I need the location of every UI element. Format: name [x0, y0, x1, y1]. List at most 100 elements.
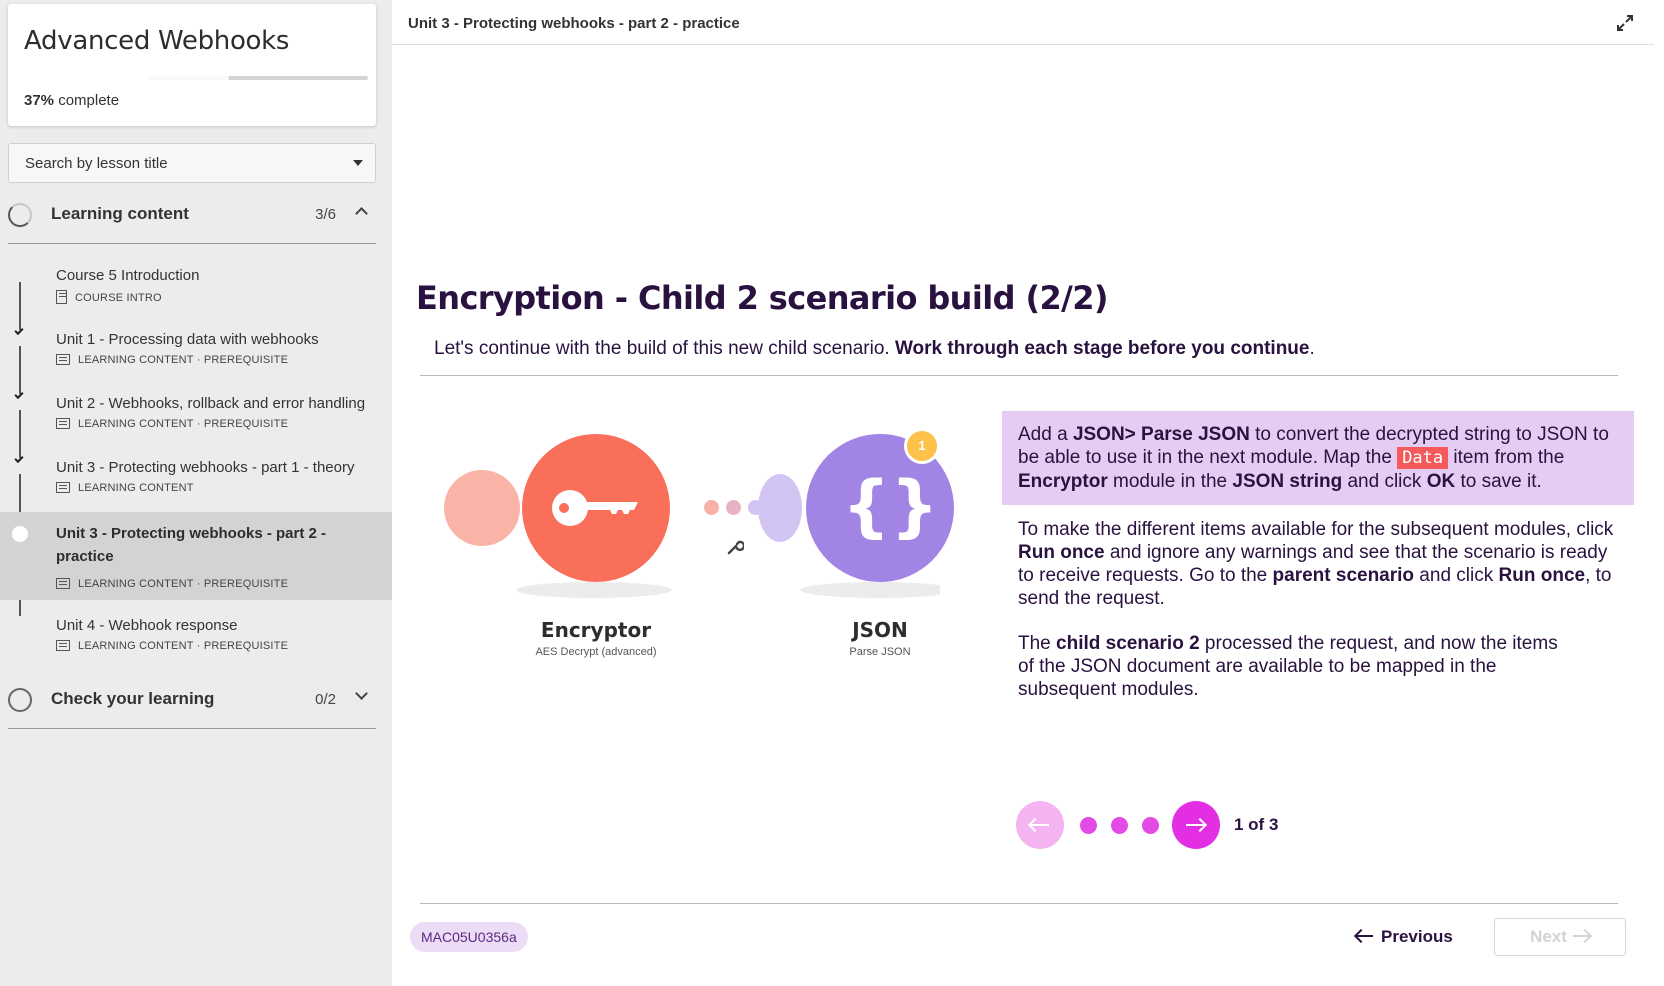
callout-text: Add a JSON> Parse JSON to convert the de… [1018, 423, 1618, 493]
carousel-prev-button[interactable] [1016, 801, 1064, 849]
course-progress-bar [148, 76, 368, 80]
progress-percent: 37% [24, 92, 55, 109]
lesson-search-select[interactable]: Search by lesson title [8, 143, 376, 183]
arrow-right-icon [1572, 935, 1590, 937]
connector-dot [726, 500, 741, 515]
lesson-title: Course 5 Introduction [56, 267, 200, 284]
carousel-dot[interactable] [1142, 817, 1159, 834]
section-count: 3/6 [315, 206, 336, 223]
lesson-item-unit-3-part-1[interactable]: Unit 3 - Protecting webhooks - part 1 - … [0, 446, 392, 510]
lesson-title: Unit 3 - Protecting webhooks - part 2 - … [56, 525, 327, 565]
emphasis: JSON> Parse JSON [1072, 424, 1250, 445]
emphasis: Run once [1498, 565, 1586, 586]
lesson-meta-text: COURSE INTRO [75, 292, 162, 304]
text: To make the different items available fo… [1018, 519, 1614, 540]
previous-button[interactable]: Previous [1356, 922, 1453, 952]
arrow-left-icon [1356, 935, 1373, 937]
lesson-item-unit-3-part-2[interactable]: Unit 3 - Protecting webhooks - part 2 - … [0, 512, 392, 600]
emphasis: child scenario 2 [1056, 633, 1200, 654]
content-icon [56, 482, 70, 493]
content-icon [56, 418, 70, 429]
wrench-icon[interactable] [726, 538, 744, 556]
lesson-item-course-intro[interactable]: Course 5 Introduction COURSE INTRO [0, 254, 392, 318]
emphasis: Encryptor [1018, 471, 1108, 492]
section-check-your-learning[interactable]: Check your learning 0/2 [8, 672, 376, 728]
arrow-left-icon [1030, 824, 1049, 826]
emphasis: OK [1426, 471, 1456, 492]
carousel-page-count: 1 of 3 [1234, 815, 1279, 834]
lesson-meta: LEARNING CONTENT [56, 482, 194, 494]
lesson-content-panel: Unit 3 - Protecting webhooks - part 2 - … [392, 0, 1654, 986]
section-divider [8, 243, 376, 244]
module-subtitle: Parse JSON [849, 646, 911, 658]
next-label: Next [1530, 927, 1567, 946]
text: and click [1414, 565, 1499, 586]
lesson-status-node [12, 266, 28, 282]
body-paragraph: The child scenario 2 processed the reque… [1018, 632, 1578, 701]
text: and click [1342, 471, 1427, 492]
section-progress-ring-icon [8, 203, 32, 227]
lesson-status-node [12, 616, 28, 632]
lesson-title: Unit 4 - Webhook response [56, 617, 238, 634]
carousel-dot[interactable] [1111, 817, 1128, 834]
key-icon [552, 490, 638, 526]
lesson-code-badge: MAC05U0356a [410, 922, 528, 952]
module-subtitle: AES Decrypt (advanced) [535, 646, 657, 658]
chevron-up-icon [355, 207, 368, 220]
search-placeholder: Search by lesson title [25, 155, 168, 172]
expand-icon[interactable] [1616, 14, 1634, 32]
section-learning-content[interactable]: Learning content 3/6 [8, 187, 376, 243]
braces-icon: {} [842, 467, 939, 546]
lesson-item-unit-1[interactable]: Unit 1 - Processing data with webhooks L… [0, 318, 392, 382]
section-progress-ring-icon [8, 688, 32, 712]
carousel-dot[interactable] [1080, 817, 1097, 834]
lesson-topbar: Unit 3 - Protecting webhooks - part 2 - … [392, 0, 1654, 45]
lesson-meta-text: LEARNING CONTENT · PREREQUISITE [78, 578, 289, 590]
footer-divider [420, 903, 1618, 904]
lesson-meta: LEARNING CONTENT · PREREQUISITE [56, 354, 288, 366]
next-button[interactable]: Next [1494, 918, 1626, 956]
intro-text: Let's continue with the build of this ne… [434, 338, 895, 359]
course-progress-card: Advanced Webhooks 37% complete [8, 4, 376, 126]
text: module in the [1107, 471, 1233, 492]
progress-text: 37% complete [24, 92, 119, 109]
module-name: Encryptor [540, 618, 652, 642]
section-divider [8, 728, 376, 729]
lesson-meta: LEARNING CONTENT · PREREQUISITE [56, 418, 288, 430]
lesson-status-node [12, 526, 28, 542]
lesson-heading: Encryption - Child 2 scenario build (2/2… [416, 279, 1109, 317]
carousel-next-button[interactable] [1172, 801, 1220, 849]
lesson-title: Unit 1 - Processing data with webhooks [56, 331, 319, 348]
arrow-right-icon [1186, 824, 1205, 826]
previous-label: Previous [1381, 927, 1453, 946]
code-chip: Data [1397, 447, 1449, 469]
text: item from the [1448, 447, 1565, 468]
lesson-title: Unit 3 - Protecting webhooks - part 1 - … [56, 459, 355, 476]
section-label: Check your learning [51, 689, 215, 708]
text: to save it. [1455, 471, 1542, 492]
breadcrumb: Unit 3 - Protecting webhooks - part 2 - … [408, 15, 740, 32]
lesson-meta-text: LEARNING CONTENT [78, 482, 194, 494]
text: The [1018, 633, 1057, 654]
text: Add a [1018, 424, 1073, 445]
connector-dot [748, 500, 763, 515]
section-count: 0/2 [315, 691, 336, 708]
emphasis: JSON string [1232, 471, 1343, 492]
content-divider [420, 375, 1618, 376]
lesson-item-unit-2[interactable]: Unit 2 - Webhooks, rollback and error ha… [0, 382, 392, 446]
body-paragraph: To make the different items available fo… [1018, 518, 1618, 610]
progress-fill [148, 76, 230, 80]
sidebar: Advanced Webhooks 37% complete Search by… [0, 0, 392, 986]
intro-end: . [1309, 338, 1315, 359]
emphasis: Run once [1018, 542, 1105, 563]
operation-count-badge: 1 [904, 428, 940, 464]
section-label: Learning content [51, 204, 189, 223]
lesson-item-unit-4[interactable]: Unit 4 - Webhook response LEARNING CONTE… [0, 604, 392, 668]
content-icon [56, 640, 70, 651]
lesson-meta: LEARNING CONTENT · PREREQUISITE [56, 578, 288, 590]
scenario-diagram: {} 1 Encryptor AES Decrypt (advanced) JS… [440, 428, 954, 670]
lesson-meta-text: LEARNING CONTENT · PREREQUISITE [78, 418, 289, 430]
lesson-meta: LEARNING CONTENT · PREREQUISITE [56, 640, 288, 652]
module-name: JSON [852, 618, 908, 642]
document-icon [56, 290, 67, 304]
